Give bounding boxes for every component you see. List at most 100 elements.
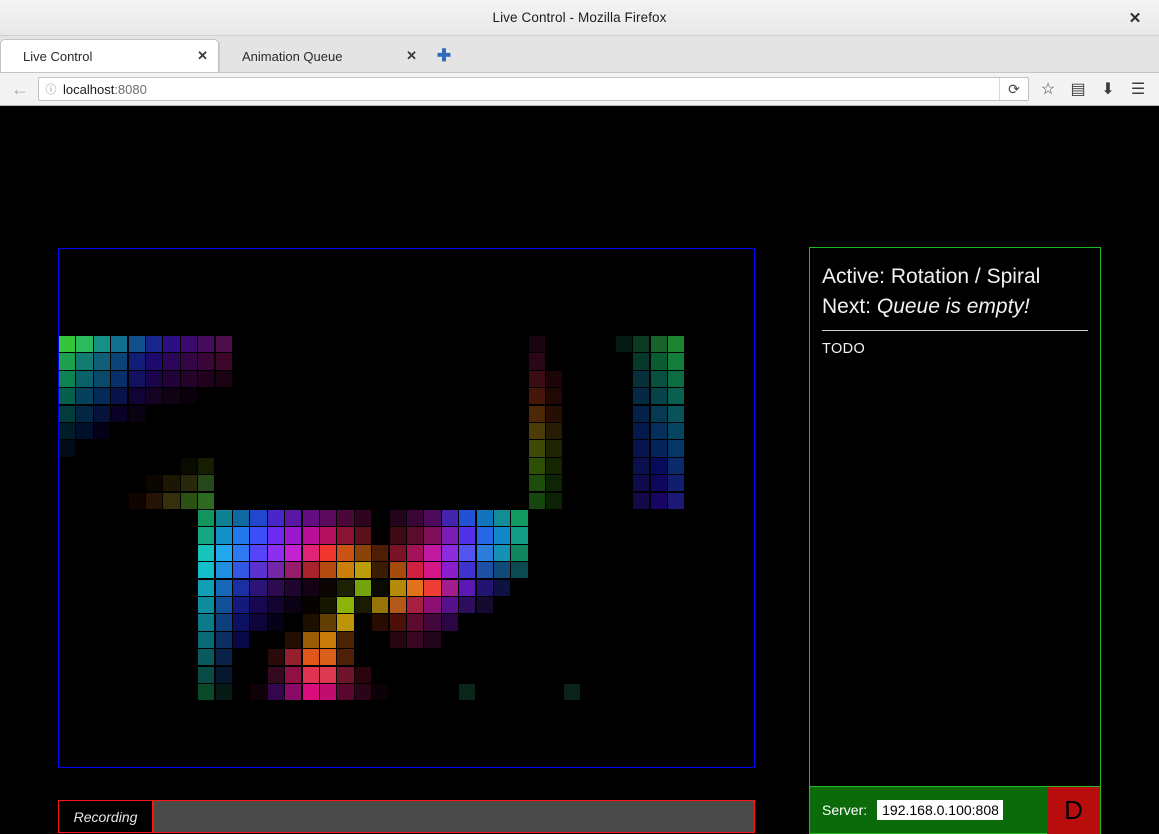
pixel-cell[interactable] bbox=[528, 423, 545, 440]
pixel-cell[interactable] bbox=[511, 527, 528, 544]
pixel-cell[interactable] bbox=[302, 579, 319, 596]
pixel-cell[interactable] bbox=[650, 405, 667, 422]
pixel-cell[interactable] bbox=[650, 492, 667, 509]
pixel-cell[interactable] bbox=[128, 492, 145, 509]
pixel-cell[interactable] bbox=[320, 579, 337, 596]
pixel-cell[interactable] bbox=[337, 666, 354, 683]
pixel-cell[interactable] bbox=[633, 353, 650, 370]
pixel-cell[interactable] bbox=[215, 614, 232, 631]
pixel-cell[interactable] bbox=[163, 492, 180, 509]
pixel-cell[interactable] bbox=[285, 631, 302, 648]
pixel-cell[interactable] bbox=[198, 649, 215, 666]
info-icon[interactable]: ⓘ bbox=[39, 81, 63, 97]
pixel-cell[interactable] bbox=[285, 666, 302, 683]
pixel-cell[interactable] bbox=[180, 492, 197, 509]
pixel-cell[interactable] bbox=[528, 457, 545, 474]
pixel-cell[interactable] bbox=[354, 684, 371, 701]
pixel-cell[interactable] bbox=[528, 475, 545, 492]
pixel-cell[interactable] bbox=[459, 562, 476, 579]
window-close-button[interactable]: ✕ bbox=[1111, 0, 1159, 35]
disconnect-button[interactable]: D bbox=[1047, 786, 1100, 834]
pixel-cell[interactable] bbox=[389, 597, 406, 614]
pixel-cell[interactable] bbox=[198, 562, 215, 579]
pixel-cell[interactable] bbox=[337, 684, 354, 701]
pixel-cell[interactable] bbox=[668, 475, 685, 492]
pixel-cell[interactable] bbox=[302, 631, 319, 648]
pixel-cell[interactable] bbox=[337, 562, 354, 579]
pixel-cell[interactable] bbox=[215, 544, 232, 561]
pixel-cell[interactable] bbox=[215, 631, 232, 648]
pixel-cell[interactable] bbox=[267, 666, 284, 683]
pixel-cell[interactable] bbox=[180, 336, 197, 353]
pixel-cell[interactable] bbox=[111, 388, 128, 405]
pixel-cell[interactable] bbox=[180, 388, 197, 405]
pixel-cell[interactable] bbox=[146, 388, 163, 405]
pixel-cell[interactable] bbox=[198, 353, 215, 370]
pixel-cell[interactable] bbox=[337, 579, 354, 596]
pixel-cell[interactable] bbox=[337, 614, 354, 631]
pixel-cell[interactable] bbox=[372, 562, 389, 579]
pixel-cell[interactable] bbox=[424, 527, 441, 544]
tab-animation-queue-close-icon[interactable]: ✕ bbox=[368, 48, 417, 64]
recording-progress-track[interactable] bbox=[154, 801, 754, 832]
pixel-cell[interactable] bbox=[476, 579, 493, 596]
pixel-cell[interactable] bbox=[494, 562, 511, 579]
pixel-cell[interactable] bbox=[424, 510, 441, 527]
pixel-cell[interactable] bbox=[546, 492, 563, 509]
pixel-cell[interactable] bbox=[93, 405, 110, 422]
pixel-cell[interactable] bbox=[146, 353, 163, 370]
pixel-cell[interactable] bbox=[198, 579, 215, 596]
pixel-cell[interactable] bbox=[180, 475, 197, 492]
pixel-cell[interactable] bbox=[650, 336, 667, 353]
pixel-cell[interactable] bbox=[163, 353, 180, 370]
pixel-cell[interactable] bbox=[320, 527, 337, 544]
pixel-cell[interactable] bbox=[407, 631, 424, 648]
pixel-cell[interactable] bbox=[441, 579, 458, 596]
pixel-cell[interactable] bbox=[76, 388, 93, 405]
pixel-cell[interactable] bbox=[546, 440, 563, 457]
pixel-cell[interactable] bbox=[337, 527, 354, 544]
pixel-cell[interactable] bbox=[59, 440, 76, 457]
pixel-cell[interactable] bbox=[372, 597, 389, 614]
pixel-cell[interactable] bbox=[233, 510, 250, 527]
pixel-cell[interactable] bbox=[650, 440, 667, 457]
pixel-cell[interactable] bbox=[633, 336, 650, 353]
pixel-cell[interactable] bbox=[407, 510, 424, 527]
pixel-cell[interactable] bbox=[354, 597, 371, 614]
reload-icon[interactable]: ⟳ bbox=[999, 78, 1028, 100]
pixel-cell[interactable] bbox=[407, 614, 424, 631]
pixel-cell[interactable] bbox=[215, 666, 232, 683]
pixel-cell[interactable] bbox=[267, 597, 284, 614]
pixel-cell[interactable] bbox=[320, 684, 337, 701]
pixel-cell[interactable] bbox=[215, 370, 232, 387]
pixel-cell[interactable] bbox=[302, 510, 319, 527]
pixel-cell[interactable] bbox=[128, 370, 145, 387]
pixel-cell[interactable] bbox=[302, 614, 319, 631]
pixel-cell[interactable] bbox=[128, 388, 145, 405]
pixel-cell[interactable] bbox=[198, 527, 215, 544]
pixel-cell[interactable] bbox=[668, 370, 685, 387]
url-bar[interactable]: ⓘ localhost:8080 ⟳ bbox=[38, 77, 1029, 101]
pixel-cell[interactable] bbox=[320, 597, 337, 614]
downloads-icon[interactable]: ⬇ bbox=[1093, 76, 1123, 102]
pixel-cell[interactable] bbox=[59, 336, 76, 353]
pixel-cell[interactable] bbox=[163, 475, 180, 492]
pixel-cell[interactable] bbox=[198, 475, 215, 492]
pixel-cell[interactable] bbox=[424, 631, 441, 648]
pixel-cell[interactable] bbox=[198, 684, 215, 701]
pixel-cell[interactable] bbox=[354, 579, 371, 596]
pixel-cell[interactable] bbox=[494, 544, 511, 561]
pixel-cell[interactable] bbox=[302, 666, 319, 683]
pixel-cell[interactable] bbox=[146, 475, 163, 492]
tab-live-control[interactable]: Live Control ✕ bbox=[0, 39, 219, 72]
pixel-cell[interactable] bbox=[459, 510, 476, 527]
pixel-cell[interactable] bbox=[302, 562, 319, 579]
pixel-cell[interactable] bbox=[285, 649, 302, 666]
pixel-cell[interactable] bbox=[476, 544, 493, 561]
pixel-cell[interactable] bbox=[233, 597, 250, 614]
pixel-cell[interactable] bbox=[250, 597, 267, 614]
pixel-cell[interactable] bbox=[163, 388, 180, 405]
pixel-cell[interactable] bbox=[650, 457, 667, 474]
pixel-cell[interactable] bbox=[250, 544, 267, 561]
pixel-cell[interactable] bbox=[668, 388, 685, 405]
